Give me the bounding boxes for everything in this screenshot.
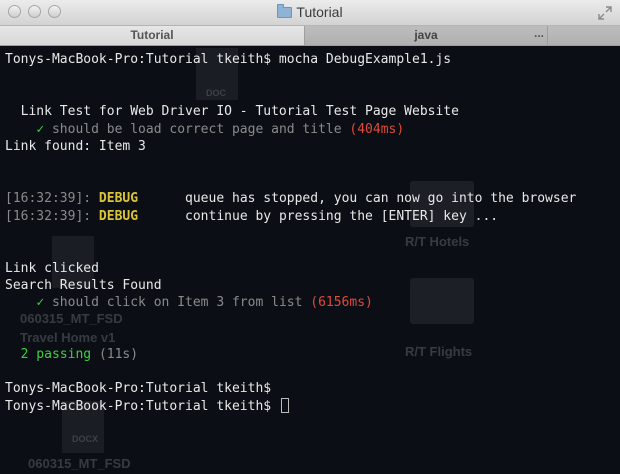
tab-tutorial[interactable]: Tutorial (0, 26, 305, 45)
prompt-text: Tonys-MacBook-Pro:Tutorial tkeith$ (5, 399, 272, 414)
passing-count: 2 passing (20, 347, 92, 362)
debug-line-1: [16:32:39]: DEBUG queue has stopped, you… (5, 190, 576, 208)
debug-level-1: DEBUG (98, 191, 139, 206)
tab-overflow-indicator[interactable]: ... (534, 26, 544, 40)
debug-line-2: [16:32:39]: DEBUG continue by pressing t… (5, 208, 498, 226)
debug-level-2: DEBUG (98, 209, 139, 224)
text-cursor[interactable] (280, 398, 289, 413)
search-results-line: Search Results Found (5, 278, 162, 293)
flights-folder-icon (410, 278, 474, 324)
terminal-content[interactable]: DOC R/T Hotels R/T Flights 060315_MT_FSD… (0, 46, 620, 474)
test-name-2: should click on Item 3 from list (51, 295, 303, 310)
test-result-1: ✓ should be load correct page and title … (5, 121, 404, 139)
passing-summary: 2 passing (11s) (5, 346, 138, 364)
test-result-2: ✓ should click on Item 3 from list (6156… (5, 294, 373, 312)
pass-check-icon: ✓ (36, 122, 45, 137)
tab-bar-empty[interactable] (548, 26, 620, 45)
folder-icon (277, 4, 293, 18)
link-found-line: Link found: Item 3 (5, 139, 146, 154)
fullscreen-icon[interactable] (598, 6, 612, 20)
debug-message-2: continue by pressing the [ENTER] key ... (185, 209, 499, 224)
link-clicked-line: Link clicked (5, 261, 99, 276)
passing-duration: (11s) (98, 347, 139, 362)
doc-file-label: DOC (206, 88, 226, 98)
pass-check-icon: ✓ (36, 295, 45, 310)
tab-java[interactable]: java (305, 26, 548, 45)
title-bar[interactable]: Tutorial (0, 0, 620, 26)
suite-title: Link Test for Web Driver IO - Tutorial T… (5, 104, 459, 119)
debug-timestamp-2: [16:32:39]: (5, 209, 92, 224)
debug-timestamp-1: [16:32:39]: (5, 191, 92, 206)
debug-message-1: queue has stopped, you can now go into t… (185, 191, 577, 206)
fsd-docx-label: 060315_MT_FSD (28, 456, 131, 471)
travel-doc-label: Travel Home v1 (20, 330, 116, 345)
test-duration-1: (404ms) (349, 122, 405, 137)
test-duration-2: (6156ms) (310, 295, 373, 310)
tab-bar: Tutorial java ... (0, 26, 620, 46)
terminal-line-prompt-3: Tonys-MacBook-Pro:Tutorial tkeith$ (5, 398, 289, 416)
docx-file-type: DOCX (72, 434, 99, 444)
terminal-line-prompt-2: Tonys-MacBook-Pro:Tutorial tkeith$ (5, 381, 272, 396)
terminal-window: Tutorial Tutorial java ... DOC R/T Hotel… (0, 0, 620, 474)
window-title: Tutorial (0, 4, 620, 20)
hotels-folder-label: R/T Hotels (405, 234, 470, 249)
flights-folder-label: R/T Flights (405, 344, 473, 359)
terminal-line-prompt: Tonys-MacBook-Pro:Tutorial tkeith$ mocha… (5, 52, 452, 67)
test-name-1: should be load correct page and title (51, 122, 342, 137)
fsd-doc-label: 060315_MT_FSD (20, 311, 123, 326)
